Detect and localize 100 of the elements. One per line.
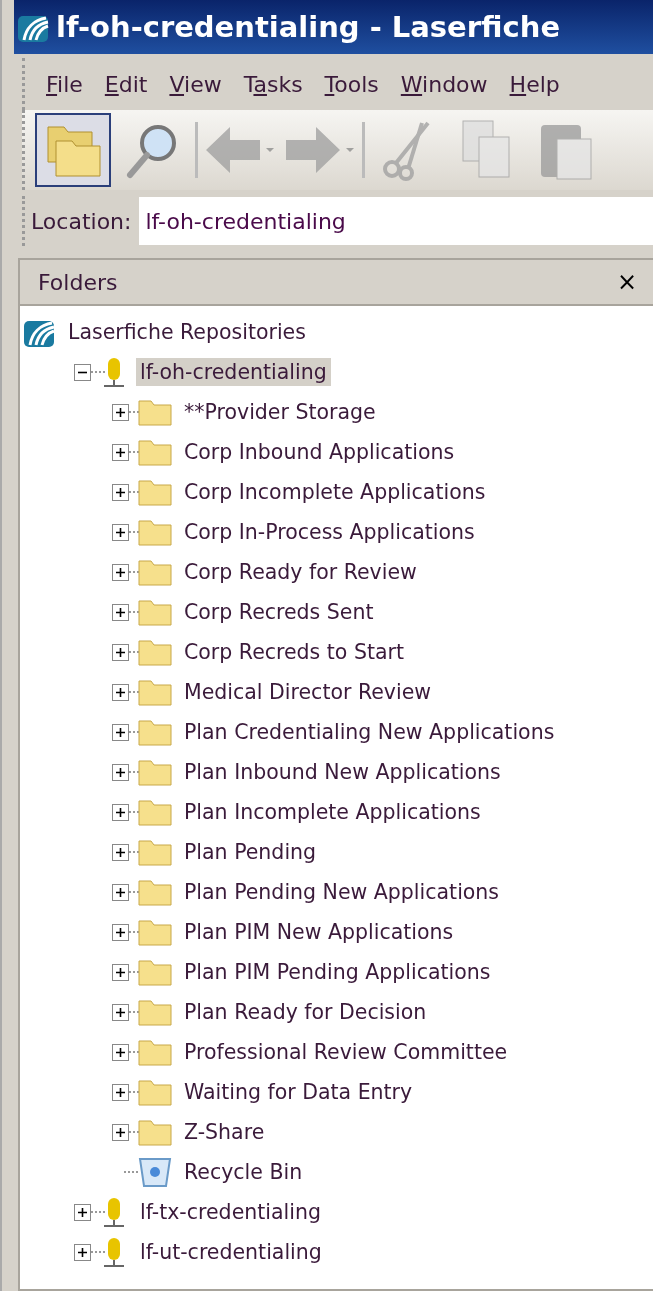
tree-item[interactable]: Recycle Bin bbox=[180, 1158, 307, 1186]
location-field[interactable]: lf-oh-credentialing bbox=[139, 197, 653, 245]
forward-arrow-icon bbox=[284, 125, 356, 175]
menu-item[interactable]: View bbox=[158, 71, 233, 97]
expand-toggle[interactable] bbox=[112, 803, 129, 821]
plus-icon bbox=[116, 1047, 125, 1057]
plus-icon bbox=[116, 767, 125, 777]
tree-item[interactable]: Plan PIM New Applications bbox=[180, 918, 458, 946]
expand-toggle[interactable] bbox=[112, 723, 129, 741]
expand-toggle[interactable] bbox=[112, 923, 129, 941]
expand-toggle[interactable] bbox=[112, 1043, 129, 1061]
expand-toggle[interactable] bbox=[112, 883, 129, 901]
plus-icon bbox=[116, 447, 125, 457]
expand-toggle[interactable] bbox=[112, 563, 129, 581]
tree-item[interactable]: lf-oh-credentialing bbox=[136, 358, 331, 386]
expand-toggle[interactable] bbox=[112, 643, 129, 661]
tree-item[interactable]: lf-ut-credentialing bbox=[136, 1238, 326, 1266]
folder-icon bbox=[138, 998, 172, 1026]
tree-item[interactable]: Plan Pending bbox=[180, 838, 321, 866]
menu-item[interactable]: Edit bbox=[93, 71, 159, 97]
tree-item[interactable]: Corp Recreds Sent bbox=[180, 598, 378, 626]
folder-icon bbox=[138, 1078, 172, 1106]
plus-icon bbox=[116, 527, 125, 537]
tree-item[interactable]: Waiting for Data Entry bbox=[180, 1078, 417, 1106]
plus-icon bbox=[116, 847, 125, 857]
tree-item[interactable]: **Provider Storage bbox=[180, 398, 380, 426]
folder-icon bbox=[138, 438, 172, 466]
plus-icon bbox=[116, 407, 125, 417]
plus-icon bbox=[116, 807, 125, 817]
menu-item[interactable]: Help bbox=[498, 71, 571, 97]
tree-item[interactable]: Z-Share bbox=[180, 1118, 269, 1146]
tree-item[interactable]: Corp Ready for Review bbox=[180, 558, 421, 586]
plus-icon bbox=[78, 1207, 87, 1217]
expand-toggle[interactable] bbox=[74, 1243, 91, 1261]
panel-title: Folders bbox=[38, 269, 118, 295]
expand-toggle[interactable] bbox=[112, 683, 129, 701]
plus-icon bbox=[116, 687, 125, 697]
tree-item[interactable]: Plan PIM Pending Applications bbox=[180, 958, 495, 986]
tree-item[interactable]: Plan Incomplete Applications bbox=[180, 798, 485, 826]
folder-icon bbox=[138, 918, 172, 946]
folder-icon bbox=[138, 718, 172, 746]
folder-icon bbox=[138, 678, 172, 706]
tree-item[interactable]: lf-tx-credentialing bbox=[136, 1198, 325, 1226]
folder-icon bbox=[138, 958, 172, 986]
expand-toggle[interactable] bbox=[112, 443, 129, 461]
expand-toggle[interactable] bbox=[112, 763, 129, 781]
expand-toggle[interactable] bbox=[112, 523, 129, 541]
recycle-bin-icon bbox=[138, 1157, 172, 1187]
tree-item[interactable]: Corp Incomplete Applications bbox=[180, 478, 490, 506]
folder-icon bbox=[138, 398, 172, 426]
plus-icon bbox=[116, 647, 125, 657]
plus-icon bbox=[116, 567, 125, 577]
plus-icon bbox=[78, 1247, 87, 1257]
tree-item[interactable]: Plan Credentialing New Applications bbox=[180, 718, 559, 746]
folder-icon bbox=[138, 518, 172, 546]
plus-icon bbox=[116, 727, 125, 737]
plus-icon bbox=[116, 1007, 125, 1017]
menu-item[interactable]: Tasks bbox=[232, 71, 314, 97]
tree-item[interactable]: Corp In-Process Applications bbox=[180, 518, 479, 546]
toolbar-button[interactable] bbox=[35, 113, 111, 187]
expand-toggle[interactable] bbox=[112, 403, 129, 421]
folder-icon bbox=[138, 1038, 172, 1066]
tree-item[interactable]: Plan Inbound New Applications bbox=[180, 758, 505, 786]
plus-icon bbox=[116, 1127, 125, 1137]
tree-item[interactable]: Professional Review Committee bbox=[180, 1038, 512, 1066]
expand-toggle[interactable] bbox=[112, 1083, 129, 1101]
tree-item[interactable]: Plan Ready for Decision bbox=[180, 998, 431, 1026]
location-label: Location: bbox=[31, 208, 132, 234]
collapse-toggle[interactable] bbox=[74, 363, 91, 381]
scissors-icon bbox=[382, 119, 432, 181]
plus-icon bbox=[116, 607, 125, 617]
plus-icon bbox=[116, 487, 125, 497]
folder-icon bbox=[138, 558, 172, 586]
plus-icon bbox=[116, 967, 125, 977]
tree-item[interactable]: Corp Inbound Applications bbox=[180, 438, 459, 466]
expand-toggle[interactable] bbox=[74, 1203, 91, 1221]
back-arrow-icon bbox=[204, 125, 276, 175]
plus-icon bbox=[116, 927, 125, 937]
expand-toggle[interactable] bbox=[112, 843, 129, 861]
folder-icon bbox=[138, 758, 172, 786]
folder-icon bbox=[138, 838, 172, 866]
menu-item[interactable]: File bbox=[35, 71, 94, 97]
window-title: lf-oh-credentialing - Laserfiche bbox=[56, 10, 561, 44]
menu-item[interactable]: Window bbox=[389, 71, 499, 97]
tree-item[interactable]: Laserfiche Repositories bbox=[64, 318, 310, 346]
folder-icon bbox=[138, 478, 172, 506]
tree-item[interactable]: Corp Recreds to Start bbox=[180, 638, 408, 666]
tree-item[interactable]: Medical Director Review bbox=[180, 678, 436, 706]
tree-item[interactable]: Plan Pending New Applications bbox=[180, 878, 504, 906]
folder-icon bbox=[138, 598, 172, 626]
plus-icon bbox=[116, 1087, 125, 1097]
expand-toggle[interactable] bbox=[112, 963, 129, 981]
expand-toggle[interactable] bbox=[112, 1123, 129, 1141]
close-button[interactable]: × bbox=[616, 268, 637, 296]
expand-toggle[interactable] bbox=[112, 603, 129, 621]
folder-icon bbox=[138, 638, 172, 666]
folder-icon bbox=[138, 878, 172, 906]
expand-toggle[interactable] bbox=[112, 483, 129, 501]
expand-toggle[interactable] bbox=[112, 1003, 129, 1021]
menu-item[interactable]: Tools bbox=[313, 71, 390, 97]
